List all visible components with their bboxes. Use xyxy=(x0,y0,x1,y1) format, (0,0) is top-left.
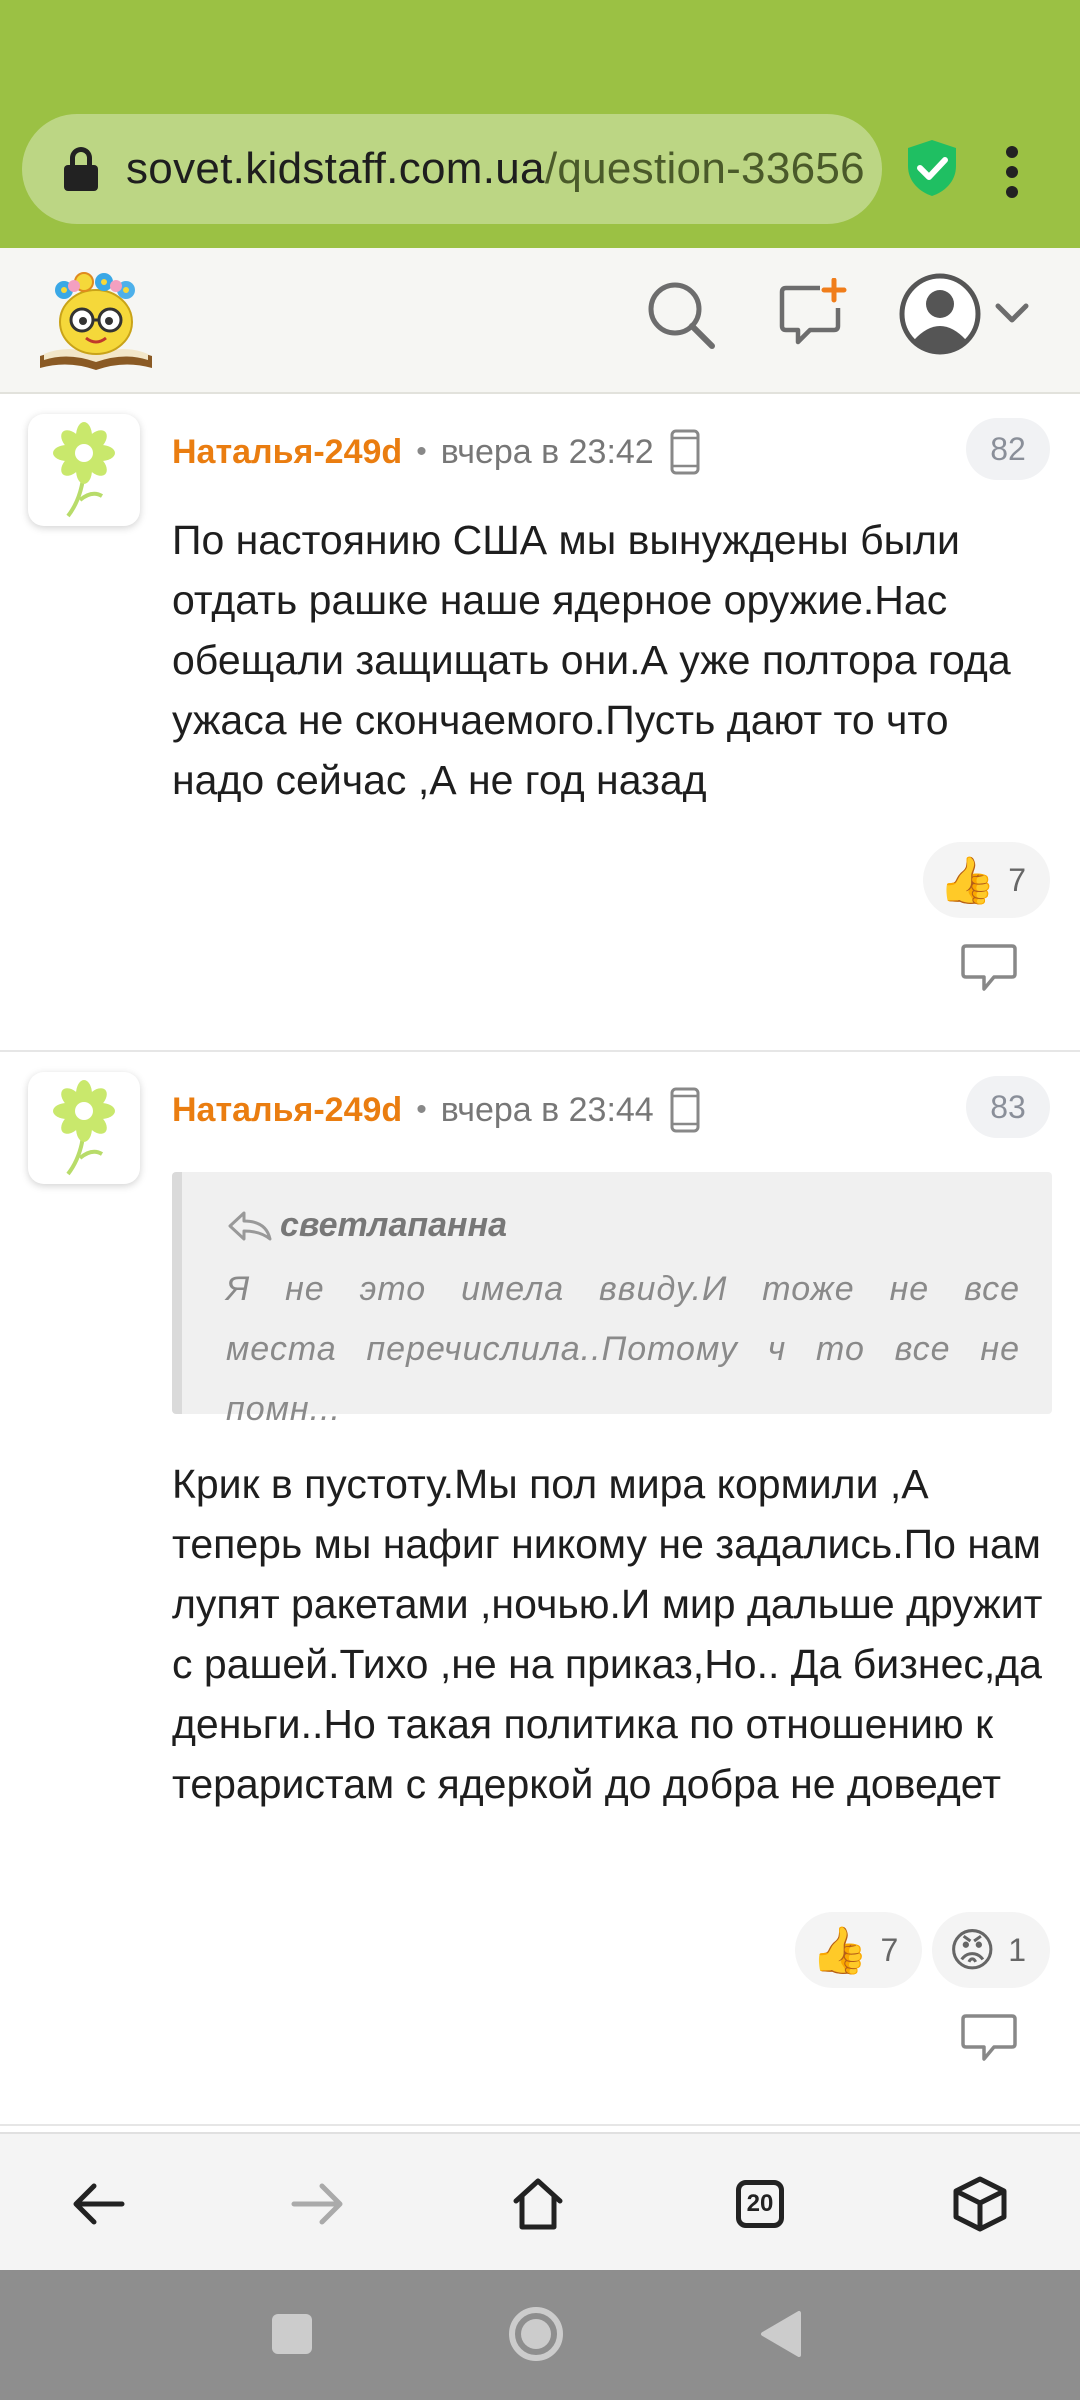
system-nav-bar xyxy=(0,2270,1080,2400)
reaction-count: 7 xyxy=(880,1931,899,1968)
quote-text: Я не это имела ввиду.И тоже не все места… xyxy=(226,1270,1020,1428)
reaction-thumbs-up[interactable]: 👍 7 xyxy=(922,842,1050,918)
reply-comment-icon[interactable] xyxy=(960,2012,1018,2064)
browser-toolbar: sovet.kidstaff.com.ua/question-33656 xyxy=(0,0,1080,248)
user-avatar-icon[interactable] xyxy=(898,272,982,356)
comment-time: вчера в 23:44 xyxy=(440,1090,654,1129)
user-avatar[interactable] xyxy=(28,414,140,526)
tabs-count: 20 xyxy=(736,2180,784,2228)
flower-avatar-icon xyxy=(53,1080,115,1176)
comment-number[interactable]: 82 xyxy=(966,418,1050,480)
site-header xyxy=(0,248,1080,394)
comment-number[interactable]: 83 xyxy=(966,1076,1050,1138)
reply-comment-icon[interactable] xyxy=(960,942,1018,994)
home-nav-button[interactable] xyxy=(500,2298,572,2370)
kidstaff-logo[interactable] xyxy=(34,264,158,376)
reply-arrow-icon xyxy=(228,1211,272,1240)
tabs-button[interactable]: 20 xyxy=(724,2168,796,2240)
recents-button[interactable] xyxy=(256,2298,328,2370)
thumbs-up-icon: 👍 xyxy=(938,854,997,906)
browser-bottom-bar: 20 xyxy=(0,2132,1080,2270)
comment-author[interactable]: Наталья-249d xyxy=(172,1091,402,1130)
reaction-count: 7 xyxy=(1008,861,1026,898)
thumbs-up-icon: 👍 xyxy=(811,1924,869,1976)
arrow-left-icon xyxy=(73,2183,125,2225)
lock-icon[interactable] xyxy=(64,147,98,191)
home-icon xyxy=(513,2178,563,2230)
reactions: 👍 7 😡 1 xyxy=(795,1912,1050,1988)
search-icon[interactable] xyxy=(644,278,718,352)
quote-author-row: светлапанна xyxy=(226,1206,1020,1245)
quote-author: светлапанна xyxy=(280,1206,508,1244)
mobile-device-icon xyxy=(670,1087,700,1133)
shield-check-icon[interactable] xyxy=(904,138,960,198)
comment-meta: Наталья-249d • вчера в 23:42 xyxy=(172,429,700,475)
reactions: 👍 7 xyxy=(922,842,1050,918)
new-question-icon[interactable] xyxy=(776,278,850,352)
comment-text: Крик в пустоту.Мы пол мира кормили ,А те… xyxy=(172,1461,1043,1807)
circle-icon xyxy=(509,2307,563,2361)
back-button[interactable] xyxy=(62,2168,134,2240)
chevron-down-icon[interactable] xyxy=(994,302,1030,326)
address-bar[interactable]: sovet.kidstaff.com.ua/question-33656 xyxy=(22,114,882,224)
forward-button[interactable] xyxy=(282,2168,354,2240)
square-icon xyxy=(272,2314,312,2354)
angry-face-icon: 😡 xyxy=(948,1924,997,1976)
comment-author[interactable]: Наталья-249d xyxy=(172,433,402,472)
reaction-thumbs-up[interactable]: 👍 7 xyxy=(795,1912,923,1988)
comment: Наталья-249d • вчера в 23:44 83 светлапа… xyxy=(0,1054,1080,2126)
flower-avatar-icon xyxy=(53,422,115,518)
arrow-right-icon xyxy=(291,2183,343,2225)
comment-time: вчера в 23:42 xyxy=(440,432,654,471)
quoted-comment[interactable]: светлапанна Я не это имела ввиду.И тоже … xyxy=(172,1172,1052,1428)
home-button[interactable] xyxy=(502,2168,574,2240)
back-nav-button[interactable] xyxy=(744,2298,816,2370)
comment-meta: Наталья-249d • вчера в 23:44 xyxy=(172,1087,700,1133)
extensions-button[interactable] xyxy=(944,2168,1016,2240)
reaction-angry[interactable]: 😡 1 xyxy=(932,1912,1050,1988)
url-path: /question-33656 xyxy=(544,144,865,193)
user-avatar[interactable] xyxy=(28,1072,140,1184)
url-host: sovet.kidstaff.com.ua xyxy=(126,144,545,193)
mobile-device-icon xyxy=(670,429,700,475)
cube-icon xyxy=(953,2176,1007,2232)
meta-separator: • xyxy=(416,1093,427,1126)
browser-menu-icon[interactable] xyxy=(1006,146,1018,198)
meta-separator: • xyxy=(416,435,427,468)
comment: Наталья-249d • вчера в 23:42 82 По насто… xyxy=(0,396,1080,1052)
url-text[interactable]: sovet.kidstaff.com.ua/question-33656 xyxy=(126,144,865,194)
triangle-back-icon xyxy=(761,2311,801,2357)
comment-text: По настоянию США мы вынуждены были отдат… xyxy=(172,517,1011,803)
reaction-count: 1 xyxy=(1008,1931,1026,1968)
